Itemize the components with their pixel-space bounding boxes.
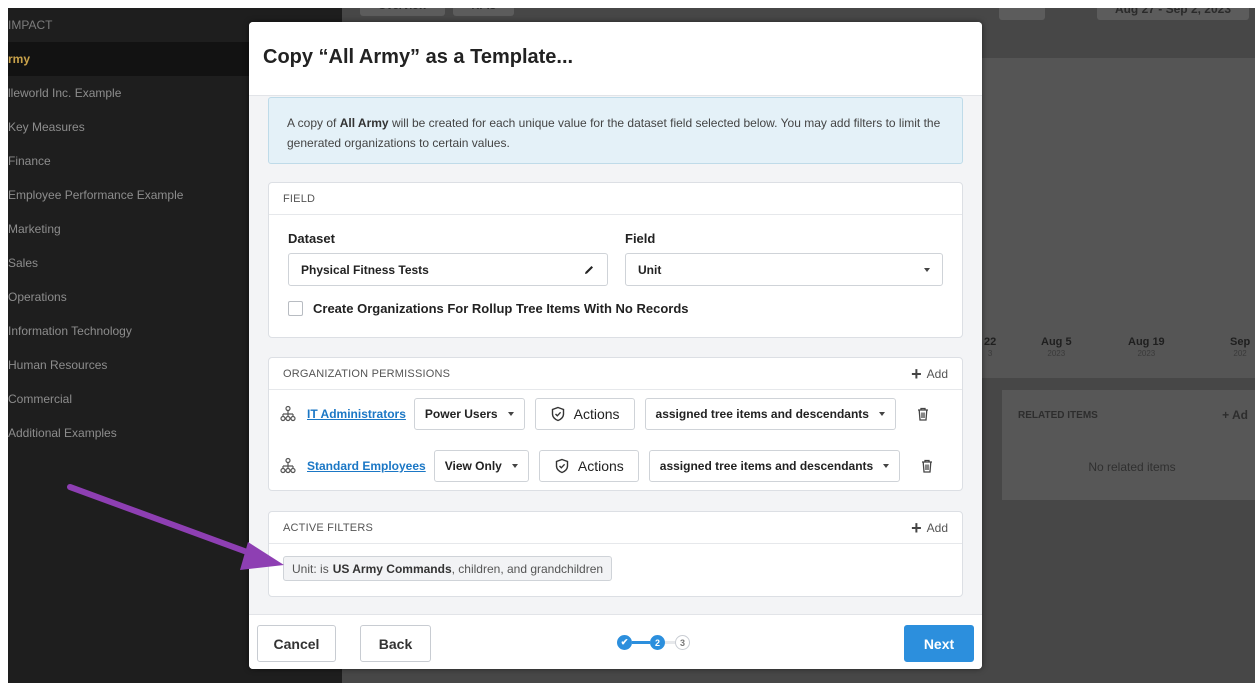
scope-value: assigned tree items and descendants	[655, 407, 869, 421]
permissions-card-header: ORGANIZATION PERMISSIONS + Add	[269, 358, 962, 390]
related-items-add-button[interactable]: + Ad	[1222, 408, 1248, 422]
date-range[interactable]: Aug 27 - Sep 2, 2023	[1096, 8, 1249, 20]
step-connector	[632, 641, 650, 644]
group-link-standard-employees[interactable]: Standard Employees	[307, 459, 426, 473]
dataset-label: Dataset	[288, 231, 335, 246]
dataset-value: Physical Fitness Tests	[301, 262, 429, 277]
rollup-checkbox-label: Create Organizations For Rollup Tree Ite…	[313, 301, 689, 316]
dataset-field[interactable]: Physical Fitness Tests	[288, 253, 608, 286]
permission-row: IT Administrators Power Users Actions as…	[279, 398, 930, 430]
chevron-down-icon	[878, 412, 885, 416]
org-hierarchy-icon	[280, 457, 296, 474]
chevron-down-icon	[883, 464, 890, 468]
next-button[interactable]: Next	[904, 625, 974, 662]
field-select[interactable]: Unit	[625, 253, 943, 286]
info-message: A copy of All Army will be created for e…	[268, 97, 963, 164]
modal-footer: Cancel Back ✔ 2 3 Next	[249, 614, 982, 669]
chevron-down-icon	[924, 267, 930, 272]
info-text-prefix: A copy of	[287, 116, 340, 130]
filter-chip[interactable]: Unit: is US Army Commands, children, and…	[283, 556, 613, 581]
pencil-icon[interactable]	[583, 264, 595, 276]
wizard-steps: ✔ 2 3	[617, 635, 690, 650]
field-card-header: FIELD	[269, 183, 962, 215]
scope-dropdown[interactable]: assigned tree items and descendants	[644, 398, 896, 430]
related-items-empty: No related items	[1088, 460, 1176, 474]
copy-template-modal: Copy “All Army” as a Template... A copy …	[249, 22, 982, 669]
permissions-add-button[interactable]: + Add	[911, 363, 948, 384]
chart-tick: Sep 202	[1230, 336, 1251, 358]
role-dropdown[interactable]: View Only	[433, 450, 529, 482]
step-connector	[665, 641, 675, 644]
filter-value: US Army Commands	[332, 561, 452, 576]
scope-dropdown[interactable]: assigned tree items and descendants	[648, 450, 901, 482]
plus-icon: +	[911, 517, 922, 538]
top-tabs: Overview KPIs	[360, 8, 518, 18]
active-filters-card: ACTIVE FILTERS + Add Unit: is US Army Com…	[268, 511, 963, 597]
filters-add-label: Add	[926, 520, 948, 535]
cancel-button[interactable]: Cancel	[257, 625, 336, 662]
permissions-card: ORGANIZATION PERMISSIONS + Add IT Adminis…	[268, 357, 963, 491]
field-card-title: FIELD	[283, 192, 316, 205]
tab-kpis[interactable]: KPIs	[453, 8, 514, 16]
rollup-checkbox[interactable]	[288, 301, 303, 316]
plus-icon: +	[911, 363, 922, 384]
field-select-value: Unit	[638, 262, 662, 277]
tab-overview[interactable]: Overview	[360, 8, 445, 16]
permissions-card-title: ORGANIZATION PERMISSIONS	[283, 367, 451, 380]
modal-title: Copy “All Army” as a Template...	[263, 46, 574, 68]
trash-icon[interactable]	[916, 406, 930, 422]
chart-tick: 22 3	[984, 336, 997, 358]
date-prev-button[interactable]	[999, 8, 1045, 20]
info-org-name: All Army	[339, 116, 389, 130]
field-card: FIELD Dataset Physical Fitness Tests Fie…	[268, 182, 963, 338]
trash-icon[interactable]	[920, 458, 934, 474]
step-2: 2	[650, 635, 665, 650]
actions-button[interactable]: Actions	[534, 398, 635, 430]
filter-operator: is	[320, 561, 329, 576]
shield-check-icon	[555, 458, 569, 474]
shield-check-icon	[551, 406, 564, 422]
permissions-add-label: Add	[926, 366, 948, 381]
org-hierarchy-icon	[280, 405, 296, 422]
active-filters-title: ACTIVE FILTERS	[283, 521, 373, 534]
actions-label: Actions	[573, 406, 620, 422]
group-link-it-administrators[interactable]: IT Administrators	[307, 407, 406, 421]
actions-label: Actions	[577, 458, 624, 474]
role-dropdown[interactable]: Power Users	[413, 398, 525, 430]
rollup-checkbox-row: Create Organizations For Rollup Tree Ite…	[288, 301, 689, 316]
role-value: Power Users	[424, 407, 498, 421]
related-items-panel: RELATED ITEMS + Ad No related items	[1002, 390, 1255, 500]
related-items-title: RELATED ITEMS	[1018, 410, 1098, 421]
field-label: Field	[625, 231, 656, 246]
step-1-check-icon: ✔	[617, 635, 632, 650]
chevron-down-icon	[511, 464, 518, 468]
active-filters-header: ACTIVE FILTERS + Add	[269, 512, 962, 544]
chart-tick: Aug 5 2023	[1041, 336, 1072, 358]
filters-add-button[interactable]: + Add	[911, 517, 948, 538]
modal-header: Copy “All Army” as a Template...	[249, 22, 982, 96]
filter-suffix: , children, and grandchildren	[451, 561, 604, 576]
permission-row: Standard Employees View Only Actions ass…	[279, 450, 934, 482]
role-value: View Only	[444, 459, 502, 473]
scope-value: assigned tree items and descendants	[659, 459, 874, 473]
step-3: 3	[675, 635, 690, 650]
filter-field: Unit:	[292, 561, 317, 576]
chart-tick: Aug 19 2023	[1128, 336, 1165, 358]
chevron-down-icon	[507, 412, 514, 416]
actions-button[interactable]: Actions	[538, 450, 639, 482]
back-button[interactable]: Back	[360, 625, 431, 662]
